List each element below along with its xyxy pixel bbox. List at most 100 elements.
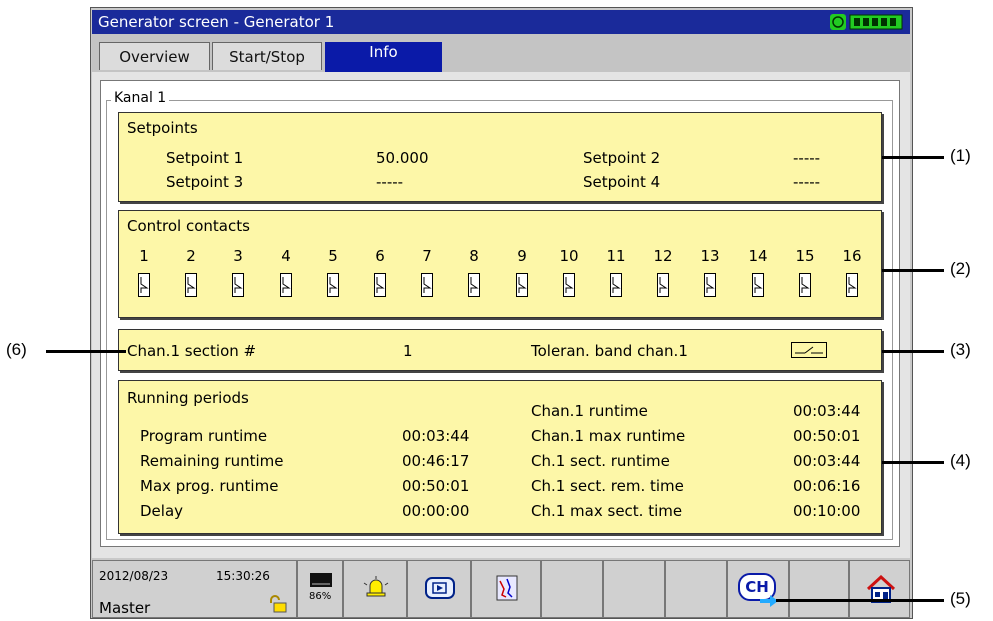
contact-switch-icon [752,273,764,301]
setpoint-2-label: Setpoint 2 [583,149,661,167]
empty-button-3[interactable] [665,560,727,618]
callout-6: (6) [6,340,27,359]
contact-number: 3 [233,247,243,265]
contact-number: 2 [186,247,196,265]
contact-switch-icon [232,273,244,301]
ch1-max-sect-time-label: Ch.1 max sect. time [531,502,683,520]
setpoints-panel: Setpoints Setpoint 1 50.000 Setpoint 2 -… [118,112,882,202]
empty-button-1[interactable] [541,560,603,618]
chan1-max-runtime-label: Chan.1 max runtime [531,427,686,445]
status-info: 2012/08/23 15:30:26 Master [92,560,297,618]
section-label: Chan.1 section # [127,342,257,360]
contact-switch-icon [704,273,716,301]
setpoint-4-value: ----- [793,173,821,191]
status-indicator-icon [830,14,903,30]
tab-start-stop[interactable]: Start/Stop [212,42,322,70]
contact-switch-icon [799,273,811,301]
contact-switch-icon [185,273,197,301]
contact-number: 14 [748,247,768,265]
contact-number: 4 [281,247,291,265]
contact-number: 1 [139,247,149,265]
status-time: 15:30:26 [216,569,270,583]
callout-3: (3) [950,340,971,359]
running-periods-panel: Running periods Program runtime 00:03:44… [118,380,882,534]
status-date: 2012/08/23 [99,569,169,583]
callout-line-2 [882,269,944,272]
program-runtime-label: Program runtime [140,427,268,445]
callout-line-6 [46,350,126,353]
contact-number: 16 [842,247,862,265]
contact-switch-icon [563,273,575,301]
display-switch-icon [425,577,455,599]
control-contacts-panel: Control contacts 1 2 3 4 5 6 7 8 9 10 11 12 13 14 15 16 [118,210,882,318]
chan1-runtime-value: 00:03:44 [793,402,861,420]
section-panel: Chan.1 section # 1 Toleran. band chan.1 [118,329,882,371]
remaining-runtime-label: Remaining runtime [140,452,284,470]
setpoint-2-value: ----- [793,149,821,167]
tab-info[interactable]: Info [325,42,442,72]
max-prog-runtime-label: Max prog. runtime [140,477,279,495]
contact-number: 12 [653,247,673,265]
setpoint-1-label: Setpoint 1 [166,149,244,167]
contact-number: 9 [517,247,527,265]
ch1-sect-runtime-value: 00:03:44 [793,452,861,470]
contact-number: 5 [328,247,338,265]
contact-switch-icon [657,273,669,301]
setpoint-1-value: 50.000 [376,149,429,167]
control-contacts-title: Control contacts [127,217,250,235]
tolerance-band-label: Toleran. band chan.1 [531,342,688,360]
setpoint-4-label: Setpoint 4 [583,173,661,191]
ch1-sect-rem-time-label: Ch.1 sect. rem. time [531,477,684,495]
alarm-button[interactable] [343,560,407,618]
callout-line-4 [882,461,944,464]
contact-switch-icon [421,273,433,301]
callout-2: (2) [950,259,971,278]
window-title: Generator screen - Generator 1 [98,13,335,31]
contact-switch-icon [138,273,150,301]
contact-switch-icon [516,273,528,301]
remaining-runtime-value: 00:46:17 [402,452,470,470]
contact-number: 7 [422,247,432,265]
section-value: 1 [403,342,413,360]
callout-4: (4) [950,451,971,470]
max-prog-runtime-value: 00:50:01 [402,477,470,495]
status-user: Master [99,599,151,617]
chan1-max-runtime-value: 00:50:01 [793,427,861,445]
memory-percent: 86% [309,591,332,602]
setpoint-3-value: ----- [376,173,404,191]
program-runtime-value: 00:03:44 [402,427,470,445]
empty-button-4[interactable] [789,560,849,618]
ch1-sect-runtime-label: Ch.1 sect. runtime [531,452,670,470]
ch1-max-sect-time-value: 00:10:00 [793,502,861,520]
setpoints-title: Setpoints [127,119,198,137]
home-button[interactable] [849,560,910,618]
contact-number: 10 [559,247,579,265]
callout-line-1 [882,156,944,159]
memory-button[interactable]: 86% [297,560,343,618]
channel-group-label: Kanal 1 [111,90,170,106]
contact-switch-icon [374,273,386,301]
callout-5: (5) [950,589,971,608]
callout-1: (1) [950,146,971,165]
callout-line-3 [882,350,944,353]
contact-number: 13 [700,247,720,265]
display-switch-button[interactable] [407,560,471,618]
channel-button[interactable]: CH [727,560,789,618]
contact-number: 11 [606,247,626,265]
tab-bar: Overview Start/Stop Info [92,34,910,72]
contact-switch-icon [468,273,480,301]
trend-chart-icon [496,575,518,601]
contact-number: 6 [375,247,385,265]
tab-overview[interactable]: Overview [99,42,210,70]
empty-button-2[interactable] [603,560,665,618]
setpoint-3-label: Setpoint 3 [166,173,244,191]
chan1-runtime-label: Chan.1 runtime [531,402,648,420]
contact-switch-icon [610,273,622,301]
delay-value: 00:00:00 [402,502,470,520]
ch1-sect-rem-time-value: 00:06:16 [793,477,861,495]
contact-number: 8 [469,247,479,265]
memory-card-icon [310,573,332,587]
unlock-icon[interactable] [267,595,287,613]
trend-view-button[interactable] [471,560,541,618]
callout-line-5 [776,599,944,602]
